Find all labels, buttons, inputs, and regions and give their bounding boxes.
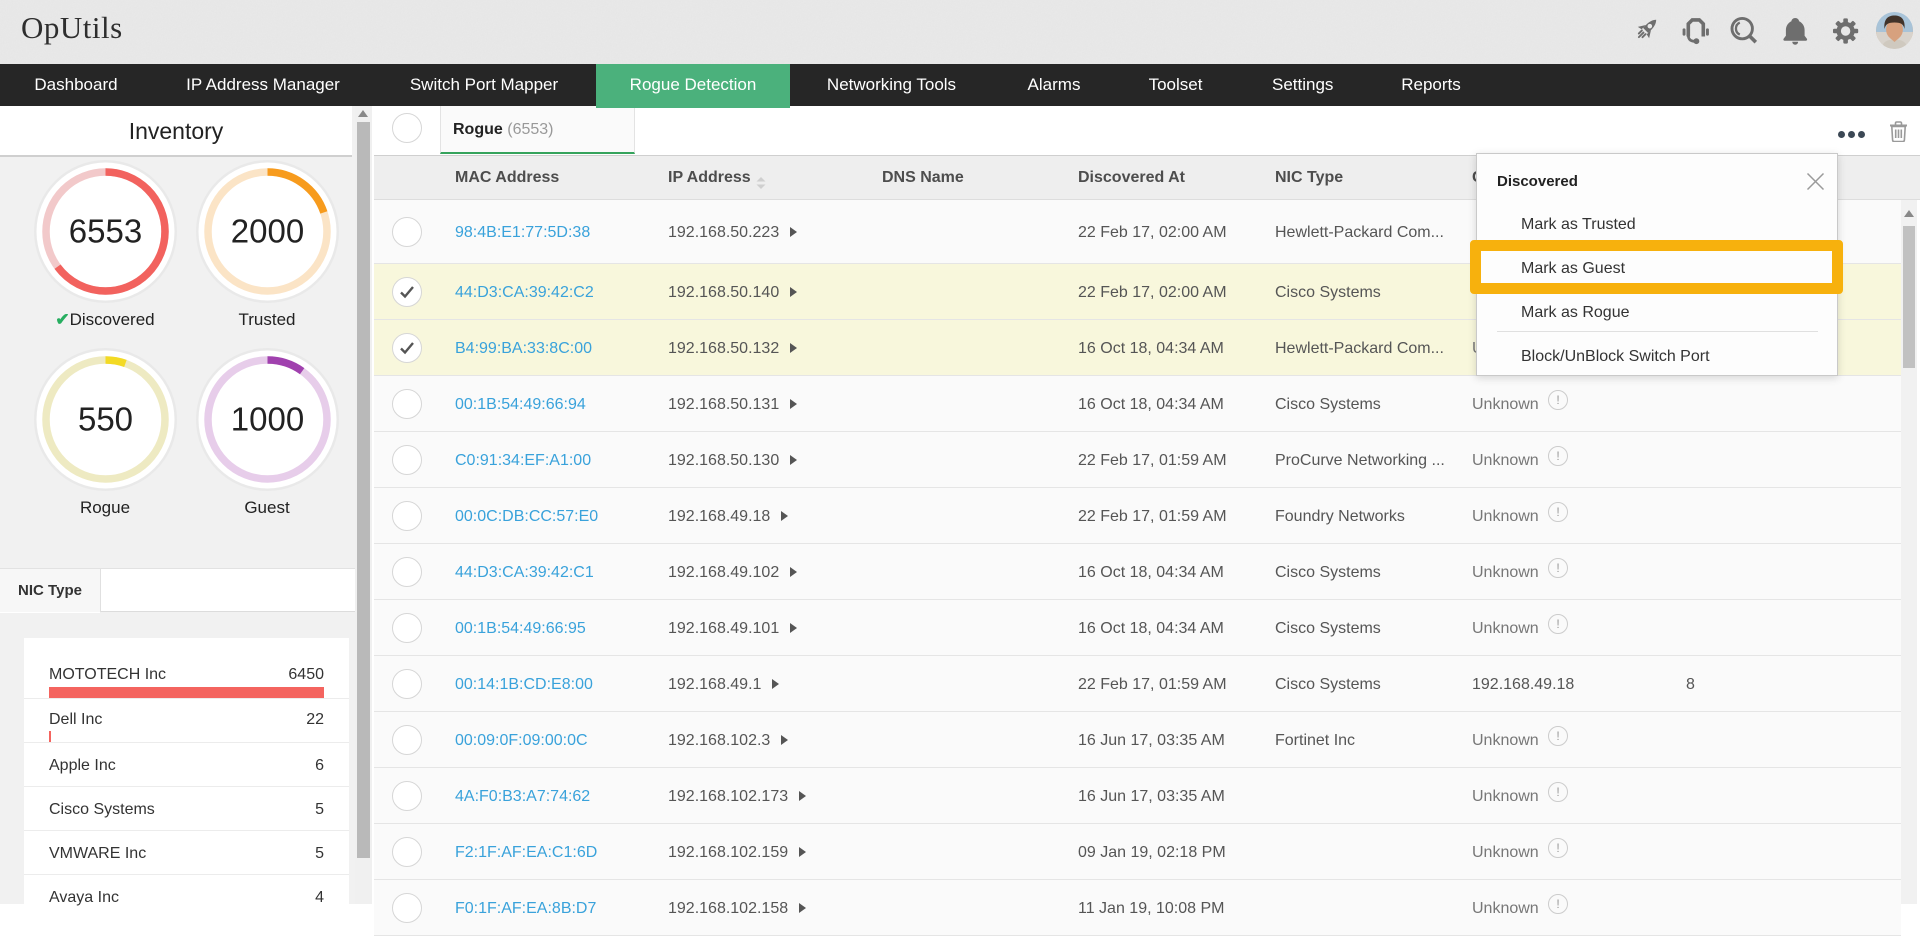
- svg-text:1000: 1000: [231, 401, 304, 438]
- svg-text:2000: 2000: [231, 213, 304, 250]
- svg-text:6553: 6553: [69, 213, 142, 250]
- svg-text:550: 550: [78, 401, 133, 438]
